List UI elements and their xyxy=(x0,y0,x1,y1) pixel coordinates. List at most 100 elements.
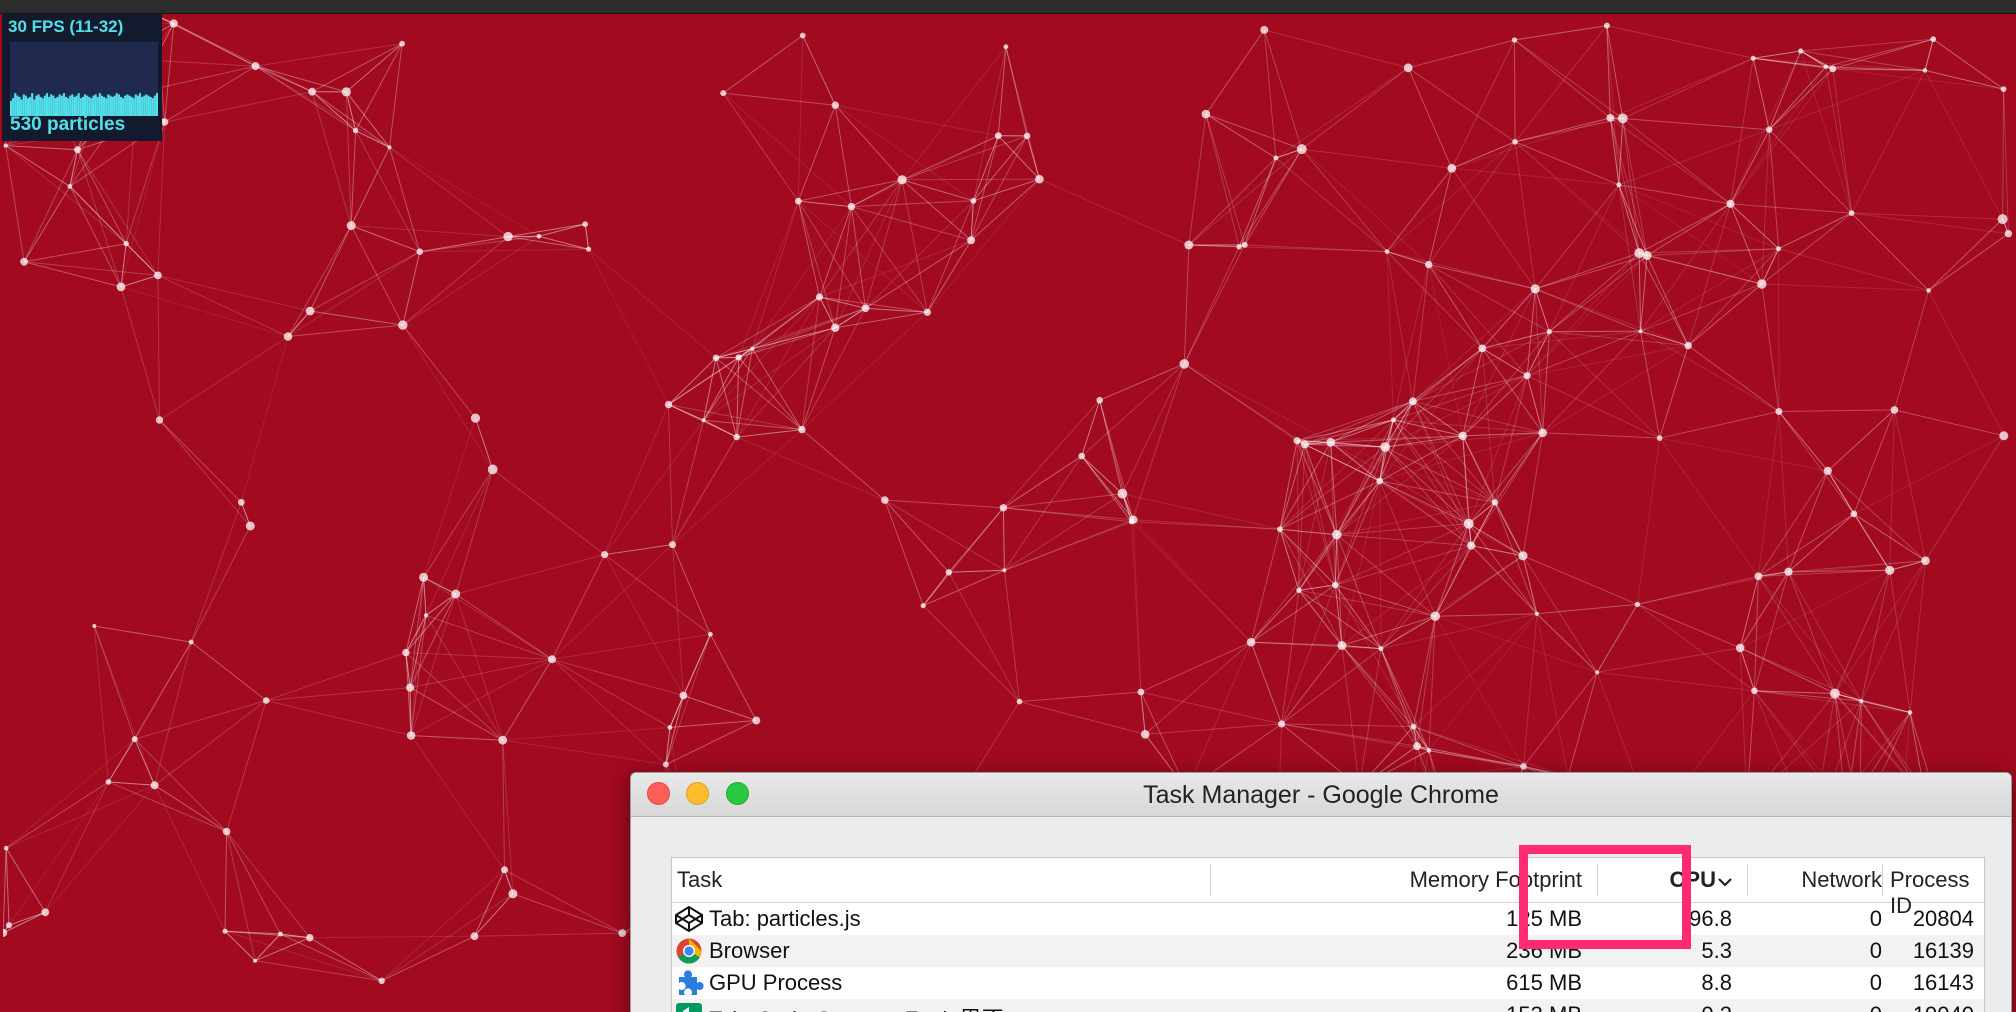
particle xyxy=(1534,611,1539,616)
particle-link xyxy=(1646,203,1731,256)
particle xyxy=(1337,641,1347,650)
particle xyxy=(1378,646,1384,652)
particle-link xyxy=(715,327,836,359)
column-divider[interactable] xyxy=(1882,864,1883,896)
column-divider[interactable] xyxy=(1747,864,1748,896)
task-name: Tab: particles.js xyxy=(709,906,861,931)
particle xyxy=(752,716,761,725)
particle-link xyxy=(173,23,256,67)
particle-link xyxy=(1761,283,1929,291)
particle-link xyxy=(381,869,505,982)
particle xyxy=(1467,541,1476,550)
particle xyxy=(3,845,9,851)
particle-link xyxy=(1341,645,1414,727)
particle-link xyxy=(1622,57,1754,119)
particle-link xyxy=(1924,69,2004,90)
particle-link xyxy=(1003,507,1134,521)
particle xyxy=(1409,397,1417,406)
particle-link xyxy=(1768,129,1780,249)
particle xyxy=(1829,65,1837,73)
particle-link xyxy=(226,831,281,935)
particle-link xyxy=(1827,470,1855,515)
particle-link xyxy=(1610,57,1754,119)
particle-link xyxy=(1893,290,1930,411)
particle xyxy=(188,639,194,645)
particle xyxy=(251,62,260,71)
particle xyxy=(1921,556,1930,565)
particle-link xyxy=(835,104,974,202)
particle-link xyxy=(1739,647,1755,691)
particle-link xyxy=(797,105,836,202)
particle-link xyxy=(157,274,311,312)
particle-link xyxy=(1778,212,1852,250)
particle-link xyxy=(1003,399,1101,509)
table-row[interactable]: Tab: particles.js 125 MB 96.8 0 20804 xyxy=(672,903,1984,935)
particle xyxy=(1546,329,1552,335)
particle xyxy=(262,697,270,704)
particle-link xyxy=(455,593,553,660)
particle xyxy=(1798,48,1804,54)
particle-link xyxy=(604,419,705,555)
particle-link xyxy=(551,544,673,660)
particle-link xyxy=(851,206,972,241)
particle-link xyxy=(1379,480,1495,503)
particle-link xyxy=(1646,255,1689,346)
particle-link xyxy=(1659,437,1759,577)
table-row[interactable]: Browser 236 MB 5.3 0 16139 xyxy=(672,935,1984,967)
network-value: 0 xyxy=(1869,938,1882,963)
window-titlebar[interactable]: Task Manager - Google Chrome xyxy=(631,773,2011,817)
particle xyxy=(1458,431,1468,441)
particle xyxy=(1384,249,1390,255)
particle-link xyxy=(355,130,421,252)
particle xyxy=(1638,329,1643,334)
particle-link xyxy=(1535,288,1689,347)
particle-link xyxy=(287,225,352,337)
particle-link xyxy=(355,43,403,131)
particle-link xyxy=(1279,419,1394,530)
particle-link xyxy=(1687,345,1780,412)
particle-link xyxy=(1451,117,1611,169)
particle xyxy=(1003,44,1009,50)
particle xyxy=(237,498,245,506)
particle-link xyxy=(164,65,256,123)
particle-link xyxy=(1730,66,1827,205)
column-header-task[interactable]: Task xyxy=(677,867,722,893)
particle-link xyxy=(405,652,553,660)
fps-bar xyxy=(130,96,133,116)
particle xyxy=(1784,567,1793,576)
particle-link xyxy=(884,499,950,573)
column-divider[interactable] xyxy=(1210,864,1211,896)
fps-bar xyxy=(71,94,74,116)
particle-link xyxy=(703,296,820,421)
particle-link xyxy=(1384,348,1483,448)
particle xyxy=(582,221,589,228)
particle xyxy=(423,613,429,618)
particle-link xyxy=(668,404,673,545)
particle xyxy=(1078,452,1085,460)
particle xyxy=(1403,63,1413,73)
particle-link xyxy=(1281,723,1418,747)
particle-link xyxy=(94,625,192,643)
process-id-value: 19040 xyxy=(1882,1002,1974,1012)
particle xyxy=(669,541,676,549)
particle-link xyxy=(1301,67,1409,150)
table-row[interactable]: Tab: Carl - SegmentFault 思否 153 MB 0.2 0… xyxy=(672,999,1984,1012)
particle-link xyxy=(802,35,836,106)
particle-link xyxy=(1758,513,1855,577)
particle-link xyxy=(1730,68,1834,205)
fps-stats-panel[interactable]: 30 FPS (11-32) 530 particles xyxy=(2,14,162,141)
particle xyxy=(1930,36,1937,43)
fps-bar xyxy=(14,93,17,116)
particle xyxy=(815,293,824,301)
particle-link xyxy=(154,700,267,786)
particle-link xyxy=(1379,480,1436,617)
table-row[interactable]: GPU Process 615 MB 8.8 0 16143 xyxy=(672,967,1984,999)
column-header-network[interactable]: Network xyxy=(1752,867,1882,893)
particle xyxy=(1603,22,1610,29)
particle-link xyxy=(1536,603,1638,615)
particle-link xyxy=(901,179,974,202)
particle xyxy=(1775,408,1783,415)
process-id-value: 16139 xyxy=(1912,938,1974,963)
process-id-value: 16143 xyxy=(1912,970,1974,995)
particle-link xyxy=(120,274,159,288)
